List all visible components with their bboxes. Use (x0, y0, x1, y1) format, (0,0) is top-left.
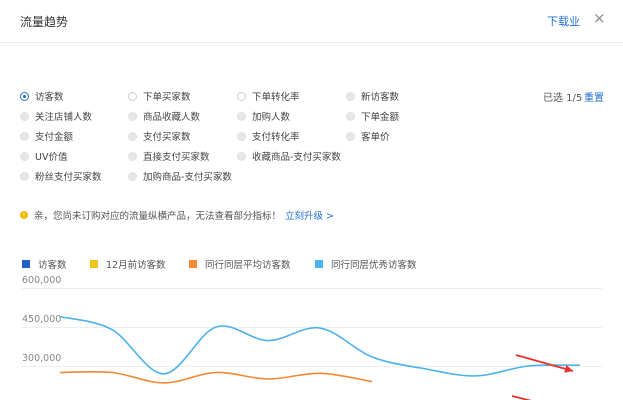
trend-chart (59, 315, 581, 400)
series-line (59, 370, 373, 384)
series-line (59, 315, 581, 377)
annotation-arrow-icon (511, 395, 532, 400)
annotation-arrow-icon (515, 354, 574, 373)
